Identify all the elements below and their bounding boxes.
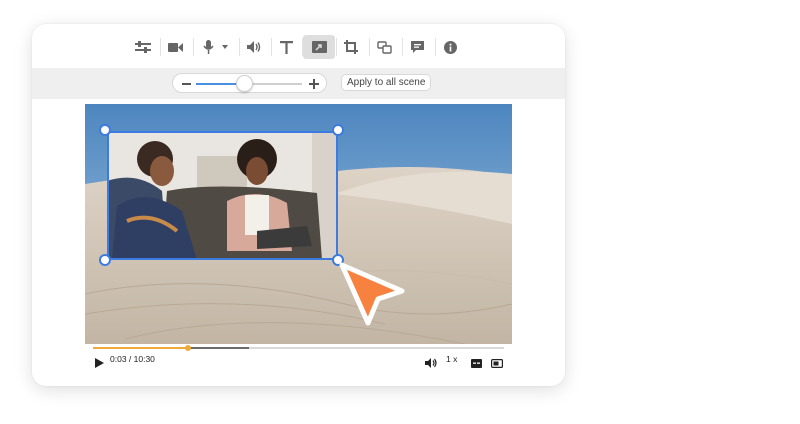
volume-icon[interactable]: [240, 35, 268, 59]
play-icon[interactable]: [95, 355, 104, 373]
zoom-bar: Apply to all scene: [32, 68, 565, 99]
resize-handle-top-left[interactable]: [99, 124, 111, 136]
time-display: 0:03 / 10:30: [110, 354, 155, 364]
settings-sliders-icon[interactable]: [129, 35, 157, 59]
toolbar: [32, 24, 565, 68]
chevron-down-icon: [222, 44, 228, 49]
apply-to-all-button[interactable]: Apply to all scene: [341, 74, 432, 91]
resize-handle-top-right[interactable]: [332, 124, 344, 136]
comment-icon[interactable]: [403, 35, 431, 59]
camera-icon[interactable]: [161, 35, 189, 59]
info-icon[interactable]: [436, 35, 464, 59]
progress-played: [93, 347, 188, 349]
video-stage[interactable]: [85, 104, 512, 344]
picture-in-picture-icon[interactable]: [491, 355, 504, 373]
progress-bar[interactable]: [93, 345, 504, 351]
media-replace-icon[interactable]: [303, 35, 335, 59]
closed-captions-icon[interactable]: [471, 355, 482, 373]
speed-control[interactable]: 1 x: [446, 354, 457, 364]
zoom-control: [172, 73, 327, 93]
volume-icon[interactable]: [425, 355, 437, 373]
cursor-arrow-icon: [339, 262, 405, 326]
zoom-slider-knob[interactable]: [235, 75, 253, 92]
layers-icon[interactable]: [370, 35, 398, 59]
resize-handle-bottom-left[interactable]: [99, 254, 111, 266]
text-icon[interactable]: [272, 35, 300, 59]
progress-scrubber[interactable]: [184, 345, 191, 351]
crop-icon[interactable]: [337, 35, 365, 59]
selection-box[interactable]: [107, 131, 338, 260]
editor-card: Apply to all scene 0:03 / 10:30 1 x: [32, 24, 565, 386]
microphone-icon[interactable]: [200, 35, 234, 59]
zoom-out-icon[interactable]: [182, 83, 191, 85]
